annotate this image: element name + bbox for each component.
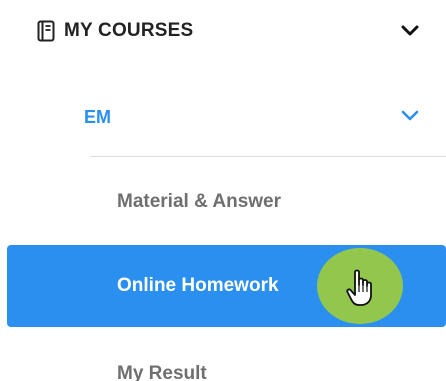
hand-pointer-icon: [346, 269, 372, 306]
chevron-down-icon[interactable]: [400, 108, 420, 124]
my-courses-header[interactable]: MY COURSES: [0, 0, 446, 62]
course-em-header[interactable]: EM: [0, 93, 446, 141]
chevron-down-icon[interactable]: [400, 22, 420, 40]
nav-item-label: My Result: [117, 363, 207, 381]
course-em-title: EM: [84, 107, 111, 127]
nav-item-label: Online Homework: [117, 275, 279, 296]
my-courses-title: MY COURSES: [64, 20, 194, 41]
divider: [90, 156, 446, 157]
nav-item-label: Material & Answer: [117, 191, 282, 212]
book-icon: [37, 20, 55, 42]
nav-item-material-answer[interactable]: Material & Answer: [0, 161, 446, 243]
nav-item-my-result[interactable]: My Result: [0, 331, 446, 381]
